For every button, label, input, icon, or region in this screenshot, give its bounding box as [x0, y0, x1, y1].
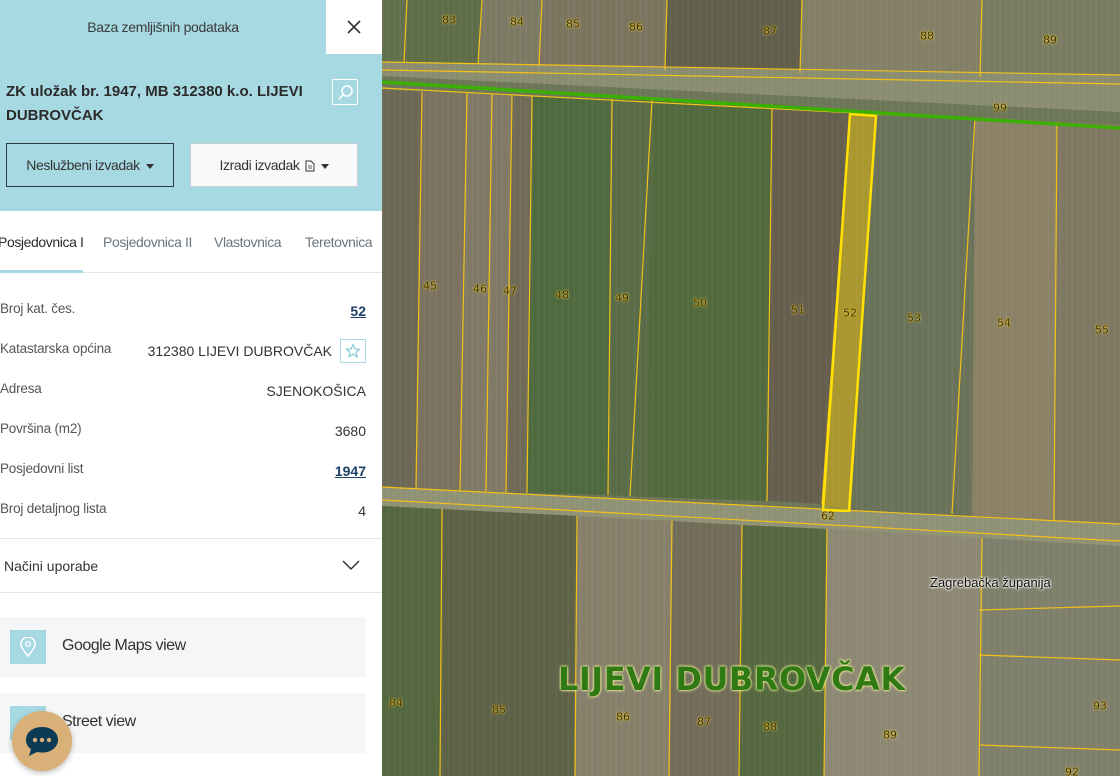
tab-teretovnica[interactable]: Teretovnica [305, 211, 373, 273]
tab-posjedovnica-1[interactable]: Posjedovnica I [0, 211, 84, 273]
property-label: Posjedovni list [0, 461, 84, 476]
property-row-area: Površina (m2) 3680 [0, 421, 382, 461]
create-extract-dropdown[interactable]: Izradi izvadak [190, 143, 358, 187]
property-row-detail-sheet: Broj detaljnog lista 4 [0, 501, 382, 541]
map-pin-icon-box [10, 630, 46, 664]
app-title: Baza zemljišnih podataka [87, 19, 239, 35]
google-maps-view-label: Google Maps view [62, 637, 186, 654]
parcel-label: 89 [883, 728, 897, 742]
property-label: Površina (m2) [0, 421, 82, 436]
parcel-label: 55 [1095, 323, 1109, 337]
unofficial-extract-label: Neslužbeni izvadak [26, 157, 140, 173]
possession-sheet-link[interactable]: 1947 [335, 463, 366, 479]
favorite-button[interactable] [340, 339, 366, 363]
record-header: ZK uložak br. 1947, MB 312380 k.o. LIJEV… [0, 54, 382, 211]
parcel-label: 46 [473, 282, 487, 296]
street-view-label: Street view [62, 713, 136, 730]
property-label: Broj kat. čes. [0, 301, 76, 316]
parcel-label: 88 [763, 720, 777, 734]
close-icon [347, 20, 361, 34]
parcel-label: 45 [423, 279, 437, 293]
parcel-label: 83 [442, 13, 456, 27]
chevron-down-icon [342, 560, 360, 571]
property-value: SJENOKOŠICA [266, 383, 366, 399]
parcel-label: 84 [510, 15, 524, 29]
property-row-cadastral-municipality: Katastarska općina 312380 LIJEVI DUBROVČ… [0, 339, 382, 381]
property-row-parcel-number: Broj kat. čes. 52 [0, 301, 382, 341]
chat-button[interactable] [12, 711, 72, 771]
document-icon [305, 160, 314, 172]
parcel-label: 86 [629, 20, 643, 34]
property-label: Broj detaljnog lista [0, 501, 107, 516]
parcel-label: 47 [503, 284, 517, 298]
tab-posjedovnica-2[interactable]: Posjedovnica II [103, 211, 192, 273]
parcel-label: 99 [993, 101, 1007, 115]
parcel-label: 50 [693, 296, 707, 310]
google-maps-view-button[interactable]: Google Maps view [0, 617, 366, 677]
record-title: ZK uložak br. 1947, MB 312380 k.o. LIJEV… [6, 83, 303, 124]
map-view[interactable]: 83 84 85 86 87 88 89 99 45 46 47 48 49 5… [382, 0, 1120, 776]
property-row-possession-sheet: Posjedovni list 1947 [0, 461, 382, 501]
star-icon [345, 343, 361, 359]
parcel-label: 89 [1043, 33, 1057, 47]
caret-down-icon [320, 163, 329, 169]
parcel-label: 62 [821, 509, 835, 523]
search-button[interactable] [332, 79, 358, 105]
usage-modes-accordion[interactable]: Načini uporabe [0, 538, 382, 593]
property-value: 312380 LIJEVI DUBROVČAK [147, 343, 332, 359]
property-value: 3680 [334, 423, 366, 439]
parcel-label: 49 [615, 291, 629, 305]
parcel-label: 54 [997, 316, 1011, 330]
region-label: Zagrebačka županija [930, 575, 1051, 590]
property-label: Adresa [0, 381, 42, 396]
place-label: LIJEVI DUBROVČAK [558, 660, 906, 698]
search-icon [338, 85, 353, 100]
parcel-label-selected[interactable]: 52 [843, 307, 857, 320]
caret-down-icon [145, 163, 154, 169]
top-bar: Baza zemljišnih podataka [0, 0, 382, 54]
property-row-address: Adresa SJENOKOŠICA [0, 381, 382, 421]
parcel-label: 93 [1093, 699, 1107, 713]
tab-vlastovnica[interactable]: Vlastovnica [214, 211, 282, 273]
property-label: Katastarska općina [0, 341, 112, 356]
parcel-label: 87 [763, 24, 777, 38]
parcel-label: 92 [1065, 765, 1079, 776]
usage-modes-label: Načini uporabe [4, 558, 99, 574]
create-extract-label: Izradi izvadak [219, 157, 300, 173]
parcel-label: 84 [389, 696, 403, 710]
parcel-label: 87 [697, 715, 711, 729]
parcel-label: 88 [920, 29, 934, 43]
parcel-label: 85 [566, 17, 580, 31]
close-button[interactable] [326, 0, 382, 54]
parcel-label: 86 [616, 710, 630, 724]
parcel-label: 51 [791, 303, 805, 317]
tab-bar: Posjedovnica I Posjedovnica II Vlastovni… [0, 211, 382, 273]
parcel-label: 48 [555, 288, 569, 302]
unofficial-extract-dropdown[interactable]: Neslužbeni izvadak [6, 143, 174, 187]
property-value: 4 [358, 503, 366, 519]
parcel-number-link[interactable]: 52 [350, 303, 366, 319]
parcel-label: 53 [907, 311, 921, 325]
parcel-label: 85 [492, 703, 506, 717]
map-pin-icon [20, 637, 36, 657]
sidebar: Baza zemljišnih podataka ZK uložak br. 1… [0, 0, 382, 776]
chat-icon [26, 727, 58, 756]
